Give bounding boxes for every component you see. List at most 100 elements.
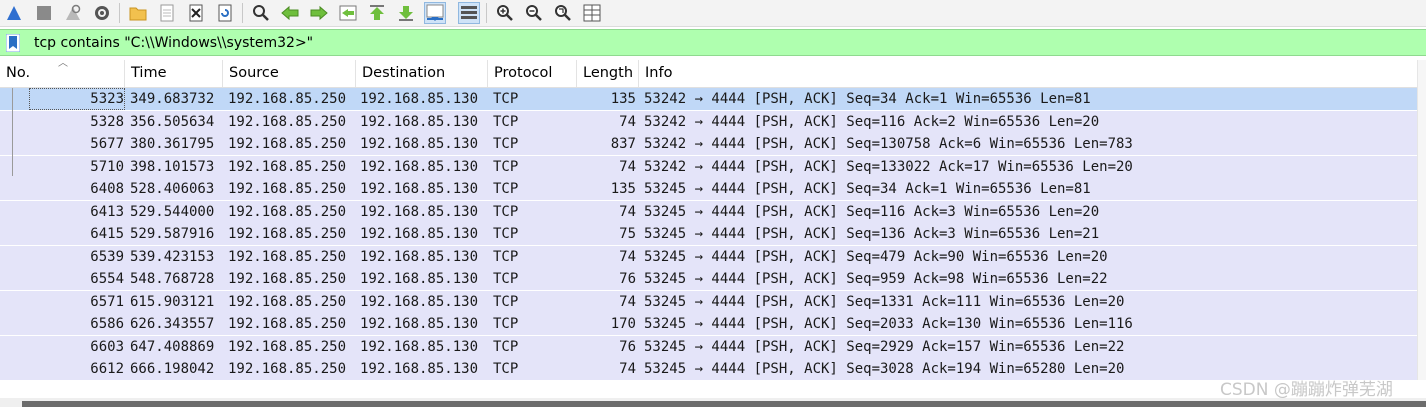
packet-row[interactable]: 6603 647.408869 192.168.85.250 192.168.85.1…: [0, 336, 1418, 358]
packet-protocol: TCP: [493, 294, 519, 310]
packet-length: 74: [619, 159, 636, 175]
normal-size-icon[interactable]: [552, 2, 574, 24]
packet-source: 192.168.85.250: [228, 316, 347, 332]
reload-file-icon[interactable]: [214, 2, 236, 24]
column-header-info[interactable]: Info: [639, 60, 1419, 87]
packet-number: 5323: [29, 88, 125, 110]
packet-protocol: TCP: [493, 159, 519, 175]
autoscroll-icon[interactable]: [424, 2, 446, 24]
column-header-destination[interactable]: Destination: [356, 60, 488, 87]
packet-number: 5328: [90, 114, 124, 130]
packet-row[interactable]: 6413 529.544000 192.168.85.250 192.168.85.1…: [0, 201, 1418, 223]
packet-row[interactable]: 6586 626.343557 192.168.85.250 192.168.85.1…: [0, 313, 1418, 335]
packet-destination: 192.168.85.130: [360, 226, 479, 242]
column-header-protocol[interactable]: Protocol: [488, 60, 577, 87]
packet-source: 192.168.85.250: [228, 271, 347, 287]
packet-number: 6603: [90, 339, 124, 355]
zoom-in-icon[interactable]: [494, 2, 516, 24]
horizontal-scrollbar-thumb[interactable]: [22, 401, 1426, 407]
column-header-time[interactable]: Time: [125, 60, 223, 87]
packet-row[interactable]: 6408 528.406063 192.168.85.250 192.168.85.1…: [0, 178, 1418, 200]
packet-row[interactable]: 6571 615.903121 192.168.85.250 192.168.85.1…: [0, 291, 1418, 313]
packet-source: 192.168.85.250: [228, 361, 347, 377]
packet-info: 53242 → 4444 [PSH, ACK] Seq=116 Ack=2 Wi…: [644, 114, 1100, 130]
save-file-icon[interactable]: [156, 2, 178, 24]
packet-destination: 192.168.85.130: [360, 114, 479, 130]
column-header-source[interactable]: Source: [223, 60, 356, 87]
go-forward-arrow-icon[interactable]: [308, 2, 330, 24]
packet-time: 666.198042: [130, 361, 215, 377]
packet-row[interactable]: 5677 380.361795 192.168.85.250 192.168.85.1…: [0, 133, 1418, 155]
column-header-no[interactable]: No. ︿: [0, 59, 125, 87]
packet-row[interactable]: 5328 356.505634 192.168.85.250 192.168.85.1…: [0, 111, 1418, 133]
packet-time: 528.406063: [130, 181, 215, 197]
shark-fin-start-icon[interactable]: [3, 2, 25, 24]
column-header-length[interactable]: Length: [577, 60, 639, 87]
colorize-icon[interactable]: [458, 2, 480, 24]
packet-length: 837: [610, 136, 636, 152]
packet-destination: 192.168.85.130: [360, 136, 479, 152]
packet-protocol: TCP: [493, 204, 519, 220]
packet-destination: 192.168.85.130: [360, 361, 479, 377]
packet-protocol: TCP: [493, 136, 519, 152]
packet-list-header: No. ︿ Time Source Destination Protocol Le…: [0, 59, 1426, 88]
packet-number: 6413: [90, 204, 124, 220]
packet-info: 53245 → 4444 [PSH, ACK] Seq=116 Ack=3 Wi…: [644, 204, 1100, 220]
find-packet-icon[interactable]: [250, 2, 272, 24]
packet-protocol: TCP: [493, 361, 519, 377]
packet-number: 6586: [90, 316, 124, 332]
capture-options-gear-icon[interactable]: [91, 2, 113, 24]
bookmark-icon[interactable]: [4, 33, 22, 52]
packet-number: 6408: [90, 181, 124, 197]
packet-row[interactable]: 6612 666.198042 192.168.85.250 192.168.85.1…: [0, 358, 1418, 380]
go-to-packet-icon[interactable]: [337, 2, 359, 24]
resize-columns-icon[interactable]: [581, 2, 603, 24]
packet-number: 6415: [90, 226, 124, 242]
packet-source: 192.168.85.250: [228, 226, 347, 242]
packet-number: 6571: [90, 294, 124, 310]
packet-row[interactable]: 5323 349.683732 192.168.85.250 192.168.85.1…: [0, 88, 1418, 110]
restart-fin-icon[interactable]: [62, 2, 84, 24]
packet-destination: 192.168.85.130: [360, 316, 479, 332]
close-file-icon[interactable]: [185, 2, 207, 24]
go-back-arrow-icon[interactable]: [279, 2, 301, 24]
packet-protocol: TCP: [493, 91, 519, 107]
packet-info: 53242 → 4444 [PSH, ACK] Seq=130758 Ack=6…: [644, 136, 1133, 152]
packet-number: 5677: [90, 136, 124, 152]
packet-destination: 192.168.85.130: [360, 294, 479, 310]
packet-info: 53242 → 4444 [PSH, ACK] Seq=34 Ack=1 Win…: [644, 91, 1091, 107]
first-packet-icon[interactable]: [366, 2, 388, 24]
packet-length: 74: [619, 361, 636, 377]
packet-protocol: TCP: [493, 339, 519, 355]
packet-number: 6612: [90, 361, 124, 377]
packet-protocol: TCP: [493, 114, 519, 130]
packet-source: 192.168.85.250: [228, 249, 347, 265]
stop-square-icon[interactable]: [33, 2, 55, 24]
vertical-scrollbar[interactable]: [1417, 60, 1426, 380]
packet-row[interactable]: 6415 529.587916 192.168.85.250 192.168.85.1…: [0, 223, 1418, 245]
packet-length: 76: [619, 271, 636, 287]
packet-destination: 192.168.85.130: [360, 91, 479, 107]
main-toolbar: [0, 0, 1426, 27]
packet-row[interactable]: 6539 539.423153 192.168.85.250 192.168.85.1…: [0, 246, 1418, 268]
packet-length: 75: [619, 226, 636, 242]
packet-row[interactable]: 6554 548.768728 192.168.85.250 192.168.85.1…: [0, 268, 1418, 290]
packet-time: 647.408869: [130, 339, 215, 355]
packet-source: 192.168.85.250: [228, 91, 347, 107]
packet-row[interactable]: 5710 398.101573 192.168.85.250 192.168.85.1…: [0, 156, 1418, 178]
packet-info: 53245 → 4444 [PSH, ACK] Seq=34 Ack=1 Win…: [644, 181, 1091, 197]
zoom-out-icon[interactable]: [523, 2, 545, 24]
packet-number: 6539: [90, 249, 124, 265]
packet-protocol: TCP: [493, 249, 519, 265]
packet-length: 74: [619, 114, 636, 130]
packet-info: 53245 → 4444 [PSH, ACK] Seq=2929 Ack=157…: [644, 339, 1125, 355]
packet-source: 192.168.85.250: [228, 159, 347, 175]
packet-number: 5710: [90, 159, 124, 175]
conversation-indicator-line: [12, 88, 13, 176]
packet-destination: 192.168.85.130: [360, 204, 479, 220]
packet-time: 380.361795: [130, 136, 215, 152]
open-folder-icon[interactable]: [127, 2, 149, 24]
display-filter-input[interactable]: tcp contains "C:\\Windows\\system32>": [34, 33, 313, 53]
packet-time: 529.587916: [130, 226, 215, 242]
last-packet-icon[interactable]: [395, 2, 417, 24]
